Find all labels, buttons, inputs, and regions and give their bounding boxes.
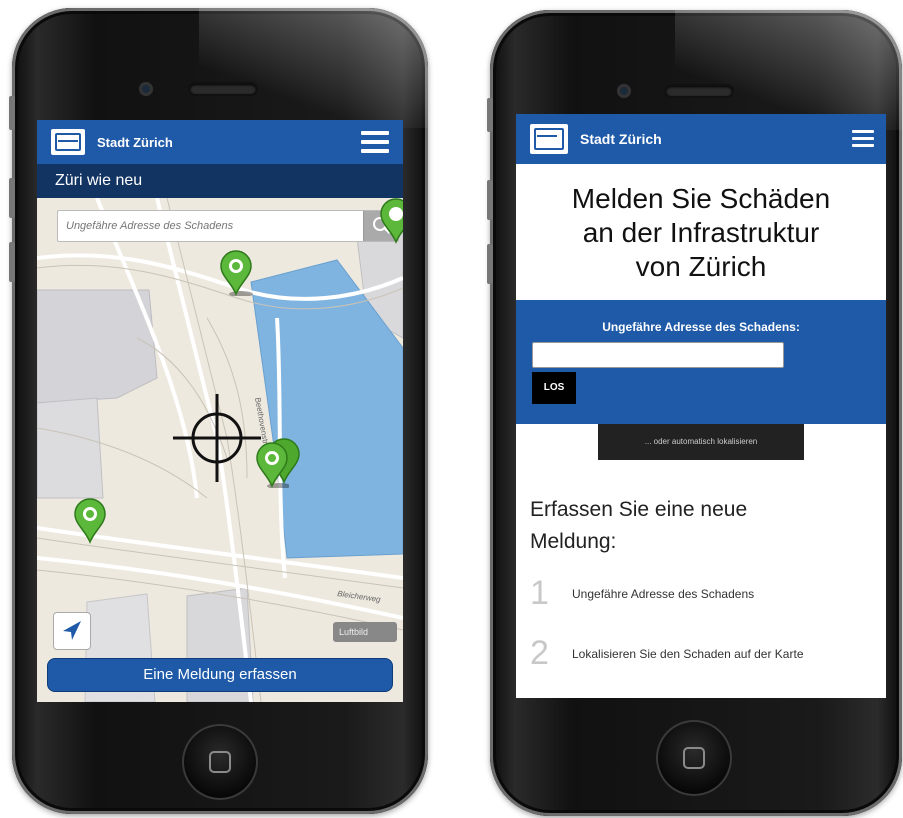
- right-phone: Stadt Zürich Melden Sie Schäden an der I…: [487, 10, 902, 816]
- step-item: 2 Lokalisieren Sie den Schaden auf der K…: [530, 634, 870, 694]
- locate-me-button[interactable]: [53, 612, 91, 650]
- home-button-icon[interactable]: [182, 724, 258, 800]
- menu-icon[interactable]: [852, 130, 874, 148]
- go-button[interactable]: LOS: [532, 372, 576, 404]
- map-pin-icon[interactable]: [73, 498, 107, 544]
- address-label: Ungefähre Adresse des Schadens:: [602, 320, 800, 334]
- earpiece-speaker: [666, 86, 732, 96]
- address-search-input[interactable]: [58, 211, 358, 241]
- auto-locate-button[interactable]: ... oder automatisch lokalisieren: [598, 424, 804, 460]
- side-button: [487, 244, 493, 284]
- home-button-icon[interactable]: [656, 720, 732, 796]
- headline-line: an der Infrastruktur: [582, 217, 820, 248]
- step-text: Ungefähre Adresse des Schadens: [572, 587, 755, 601]
- side-button: [9, 242, 15, 282]
- right-screen: Stadt Zürich Melden Sie Schäden an der I…: [516, 114, 886, 698]
- page-headline: Melden Sie Schäden an der Infrastruktur …: [516, 182, 886, 284]
- map-pin-icon[interactable]: [379, 198, 403, 244]
- city-crest-icon: [51, 129, 85, 155]
- menu-icon[interactable]: [361, 131, 389, 153]
- headline-line: von Zürich: [635, 251, 767, 282]
- headline-line: Melden Sie Schäden: [571, 183, 831, 214]
- earpiece-speaker: [190, 84, 256, 94]
- front-camera-icon: [139, 82, 153, 96]
- create-report-button[interactable]: Eine Meldung erfassen: [47, 658, 393, 692]
- app-title: Züri wie neu: [37, 164, 403, 198]
- side-button: [9, 178, 15, 218]
- location-arrow-icon: [63, 621, 81, 640]
- phone-gloss: [675, 10, 902, 130]
- left-phone: Stadt Zürich Züri wie neu Beethovenstras…: [9, 8, 428, 814]
- step-number: 2: [530, 634, 549, 672]
- side-button: [9, 96, 15, 130]
- address-search-box[interactable]: [57, 210, 399, 242]
- brand-logo[interactable]: Stadt Zürich: [530, 124, 662, 154]
- brand-name: Stadt Zürich: [97, 134, 173, 150]
- map-pin-icon[interactable]: [219, 250, 253, 296]
- brand-name: Stadt Zürich: [580, 131, 662, 147]
- crosshair-icon: [173, 394, 261, 482]
- step-text: Lokalisieren Sie den Schaden auf der Kar…: [572, 647, 804, 661]
- header-bar: Stadt Zürich: [516, 114, 886, 164]
- phone-gloss: [199, 8, 428, 128]
- side-button: [487, 98, 493, 132]
- step-number: 1: [530, 574, 549, 612]
- section-title: Erfassen Sie eine neue Meldung:: [530, 498, 748, 553]
- address-field[interactable]: [532, 342, 784, 368]
- left-screen: Stadt Zürich Züri wie neu Beethovenstras…: [37, 120, 403, 702]
- aerial-view-toggle[interactable]: Luftbild: [333, 622, 397, 642]
- header-bar: Stadt Zürich: [37, 120, 403, 164]
- map-view[interactable]: Beethovenstrasse Bleicherweg Ungefähre A…: [37, 198, 403, 702]
- city-crest-icon: [530, 124, 568, 154]
- brand-logo[interactable]: Stadt Zürich: [51, 129, 173, 155]
- step-item: 1 Ungefähre Adresse des Schadens: [530, 574, 870, 614]
- address-panel: Ungefähre Adresse des Schadens: LOS: [516, 300, 886, 424]
- front-camera-icon: [617, 84, 631, 98]
- side-button: [487, 180, 493, 220]
